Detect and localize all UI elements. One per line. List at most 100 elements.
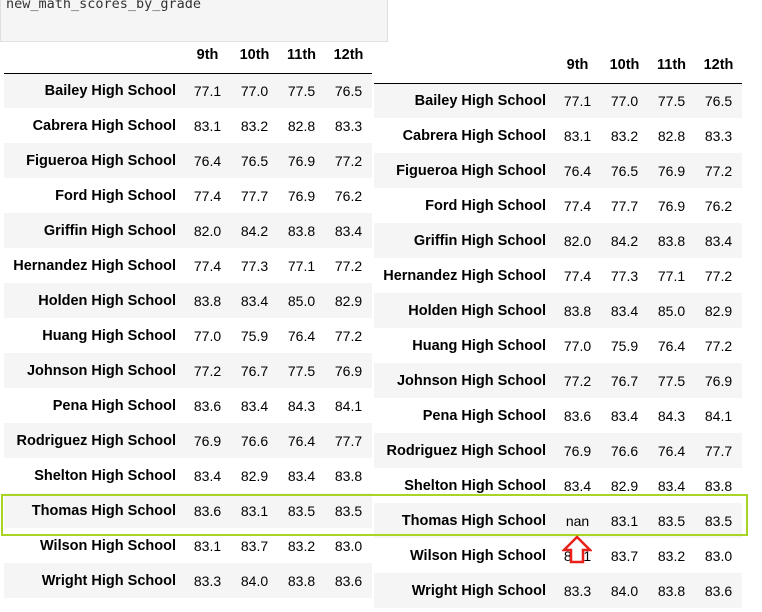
column-header: 10th bbox=[231, 38, 278, 74]
column-header: 9th bbox=[184, 38, 231, 74]
table-row: Ford High School 77.4 77.7 76.9 76.2 bbox=[374, 188, 742, 223]
row-index-label: Shelton High School bbox=[34, 467, 176, 484]
table-cell: 83.8 bbox=[657, 582, 686, 599]
table-cell: 76.9 bbox=[563, 442, 592, 459]
table-cell: 77.0 bbox=[610, 92, 639, 109]
row-index-label: Ford High School bbox=[425, 197, 546, 214]
table-row: Holden High School 83.8 83.4 85.0 82.9 bbox=[374, 293, 742, 328]
table-cell: 77.2 bbox=[704, 162, 733, 179]
table-cell: 83.3 bbox=[704, 127, 733, 144]
table-cell: 77.5 bbox=[287, 362, 316, 379]
table-cell: 85.0 bbox=[287, 292, 316, 309]
table-cell: 77.4 bbox=[563, 267, 592, 284]
row-index-label: Huang High School bbox=[42, 327, 176, 344]
row-index-label: Hernandez High School bbox=[13, 257, 176, 274]
index-header bbox=[4, 38, 184, 74]
row-index-label: Thomas High School bbox=[31, 502, 176, 519]
up-arrow-shape bbox=[562, 535, 592, 564]
table-cell: 83.4 bbox=[287, 467, 316, 484]
table-cell: 77.1 bbox=[563, 92, 592, 109]
table-cell: 76.5 bbox=[240, 152, 269, 169]
table-cell: 77.7 bbox=[704, 442, 733, 459]
table-cell: 76.7 bbox=[240, 362, 269, 379]
table-cell: 83.3 bbox=[563, 582, 592, 599]
table-row: Ford High School 77.4 77.7 76.9 76.2 bbox=[4, 178, 372, 213]
table-cell: 83.4 bbox=[563, 477, 592, 494]
right-code-cell[interactable]: new_math_scores_by_grade bbox=[0, 0, 388, 42]
table-row: Figueroa High School 76.4 76.5 76.9 77.2 bbox=[4, 143, 372, 178]
column-header: 10th bbox=[601, 48, 648, 84]
column-header: 9th bbox=[554, 48, 601, 84]
row-index-label: Wright High School bbox=[411, 582, 546, 599]
column-header: 11th bbox=[278, 38, 325, 74]
right-header-row: 9th 10th 11th 12th bbox=[374, 48, 742, 84]
table-cell: 76.4 bbox=[657, 442, 686, 459]
row-index-label: Ford High School bbox=[55, 187, 176, 204]
table-cell: 83.4 bbox=[193, 467, 222, 484]
table-cell: 76.4 bbox=[287, 432, 316, 449]
table-cell: 77.2 bbox=[334, 152, 363, 169]
table-cell: 83.4 bbox=[704, 232, 733, 249]
table-cell: 76.2 bbox=[334, 187, 363, 204]
table-cell: nan bbox=[565, 512, 590, 529]
table-cell: 82.9 bbox=[240, 467, 269, 484]
table-row: Wilson High School83.183.783.283.0 bbox=[374, 538, 742, 573]
table-cell: 83.1 bbox=[193, 117, 222, 134]
table-cell: 75.9 bbox=[610, 337, 639, 354]
table-cell: 77.2 bbox=[334, 257, 363, 274]
table-cell: 83.8 bbox=[334, 467, 363, 484]
table-cell: 76.4 bbox=[193, 152, 222, 169]
table-cell: 82.8 bbox=[657, 127, 686, 144]
index-header bbox=[374, 48, 554, 84]
table-cell: 83.5 bbox=[704, 512, 733, 529]
table-cell: 83.8 bbox=[657, 232, 686, 249]
table-cell: 83.2 bbox=[657, 547, 686, 564]
right-code-text: new_math_scores_by_grade bbox=[6, 0, 202, 12]
table-cell: 76.5 bbox=[704, 92, 733, 109]
table-row: Bailey High School 77.1 77.0 77.5 76.5 bbox=[4, 73, 372, 108]
table-cell: 77.4 bbox=[193, 257, 222, 274]
table-row: Hernandez High School 77.4 77.3 77.1 77.2 bbox=[374, 258, 742, 293]
table-row: Pena High School 83.6 83.4 84.3 84.1 bbox=[4, 388, 372, 423]
table-cell: 83.6 bbox=[193, 502, 222, 519]
table-cell: 83.2 bbox=[287, 537, 316, 554]
table-cell: 77.2 bbox=[563, 372, 592, 389]
row-index-label: Pena High School bbox=[422, 407, 546, 424]
table-cell: 76.5 bbox=[610, 162, 639, 179]
table-cell: 83.1 bbox=[563, 127, 592, 144]
table-row: Hernandez High School 77.4 77.3 77.1 77.2 bbox=[4, 248, 372, 283]
table-cell: 83.8 bbox=[287, 572, 316, 589]
table-cell: 77.3 bbox=[610, 267, 639, 284]
table-cell: 83.5 bbox=[334, 502, 363, 519]
row-index-label: Thomas High School bbox=[401, 512, 546, 529]
table-cell: 77.2 bbox=[334, 327, 363, 344]
table-cell: 83.6 bbox=[563, 407, 592, 424]
table-row: Wilson High School83.183.783.283.0 bbox=[4, 528, 372, 563]
table-cell: 76.9 bbox=[193, 432, 222, 449]
table-cell: 77.1 bbox=[193, 82, 222, 99]
table-row: Shelton High School 83.4 82.9 83.4 83.8 bbox=[374, 468, 742, 503]
table-cell: 77.1 bbox=[287, 257, 316, 274]
row-index-label: Rodriguez High School bbox=[386, 442, 547, 459]
row-index-label: Wilson High School bbox=[39, 537, 176, 554]
table-cell: 77.0 bbox=[563, 337, 592, 354]
table-cell: 77.5 bbox=[287, 82, 316, 99]
row-index-label: Bailey High School bbox=[414, 92, 546, 109]
table-row: Rodriguez High School 76.9 76.6 76.4 77.7 bbox=[4, 423, 372, 458]
table-row: Johnson High School 77.2 76.7 77.5 76.9 bbox=[374, 363, 742, 398]
table-cell: 83.1 bbox=[193, 537, 222, 554]
row-index-label: Hernandez High School bbox=[383, 267, 546, 284]
row-index-label: Figueroa High School bbox=[396, 162, 546, 179]
table-row: Griffin High School 82.0 84.2 83.8 83.4 bbox=[374, 223, 742, 258]
table-cell: 77.7 bbox=[334, 432, 363, 449]
table-cell: 82.8 bbox=[287, 117, 316, 134]
table-cell: 83.4 bbox=[240, 397, 269, 414]
row-index-label: Griffin High School bbox=[413, 232, 546, 249]
row-index-label: Shelton High School bbox=[404, 477, 546, 494]
table-cell: 83.4 bbox=[610, 302, 639, 319]
table-row: Shelton High School 83.4 82.9 83.4 83.8 bbox=[4, 458, 372, 493]
table-cell: 83.1 bbox=[610, 512, 639, 529]
up-arrow-icon bbox=[562, 535, 592, 564]
table-cell: 83.4 bbox=[610, 407, 639, 424]
table-cell: 76.9 bbox=[287, 187, 316, 204]
